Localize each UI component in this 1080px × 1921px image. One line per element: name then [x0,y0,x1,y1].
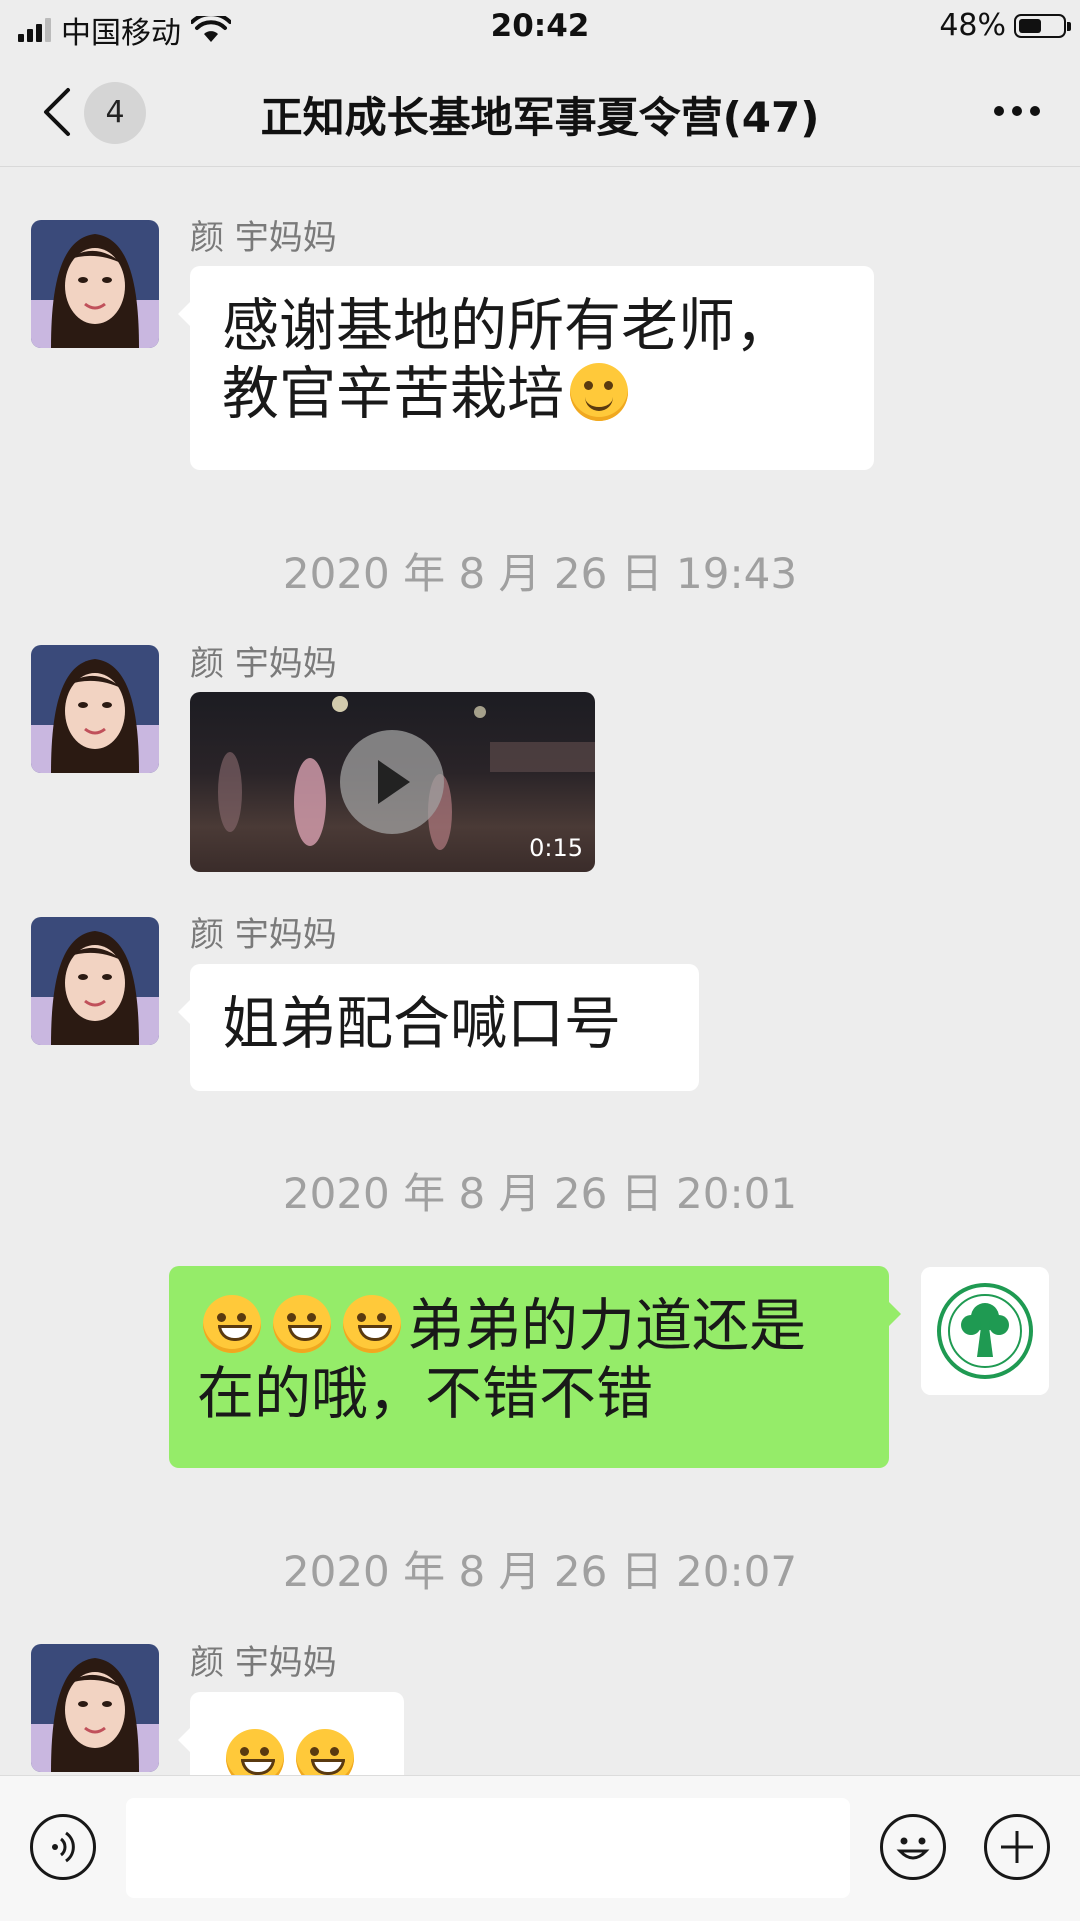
avatar[interactable] [31,645,159,773]
chat-header: 4 正知成长基地军事夏令营(47) [0,56,1080,167]
message-text: 姐弟配合喊口号 [222,991,621,1057]
timestamp: 2020 年 8 月 26 日 19:43 [282,549,798,598]
add-more-icon[interactable] [984,1814,1050,1880]
sender-name: 颜 宇妈妈 [190,218,337,258]
emoji-button-icon[interactable] [880,1814,946,1880]
message-text: 在的哦，不错不错 [197,1361,653,1427]
back-arrow-icon[interactable] [38,86,78,138]
message-text: 弟弟的力道还是 [407,1293,806,1359]
timestamp: 2020 年 8 月 26 日 20:01 [282,1169,798,1218]
grin-emoji-icon [273,1295,331,1353]
self-avatar-logo[interactable] [921,1267,1049,1395]
play-icon[interactable] [340,730,444,834]
message-bubble[interactable]: 姐弟配合喊口号 [178,964,699,1091]
smile-emoji-icon [570,363,628,421]
unread-count-badge[interactable]: 4 [84,82,146,144]
battery-icon [1014,13,1071,38]
grin-emoji-icon [203,1295,261,1353]
video-message[interactable]: 0:15 [190,692,595,872]
input-toolbar [0,1775,1080,1921]
battery-percent: 48% [939,8,1006,43]
sender-name: 颜 宇妈妈 [190,915,337,955]
grin-emoji-icon [343,1295,401,1353]
video-duration: 0:15 [529,834,583,862]
voice-input-icon[interactable] [30,1814,96,1880]
sender-name: 颜 宇妈妈 [190,644,337,684]
avatar[interactable] [31,220,159,348]
avatar[interactable] [31,917,159,1045]
clock: 20:42 [490,8,590,44]
sender-name: 颜 宇妈妈 [190,1643,337,1683]
message-text: 感谢基地的所有老师， [222,293,792,359]
chat-title: 正知成长基地军事夏令营(47) [260,93,820,142]
timestamp: 2020 年 8 月 26 日 20:07 [282,1547,798,1596]
message-input[interactable] [126,1798,850,1898]
message-bubble[interactable]: 感谢基地的所有老师， 教官辛苦栽培 [178,266,874,470]
avatar[interactable] [31,1644,159,1772]
message-text: 教官辛苦栽培 [222,361,564,427]
status-bar: 中国移动 20:42 48% [0,0,1080,56]
more-options-icon[interactable] [994,106,1040,116]
message-bubble-self[interactable]: 弟弟的力道还是 在的哦，不错不错 [169,1266,901,1468]
